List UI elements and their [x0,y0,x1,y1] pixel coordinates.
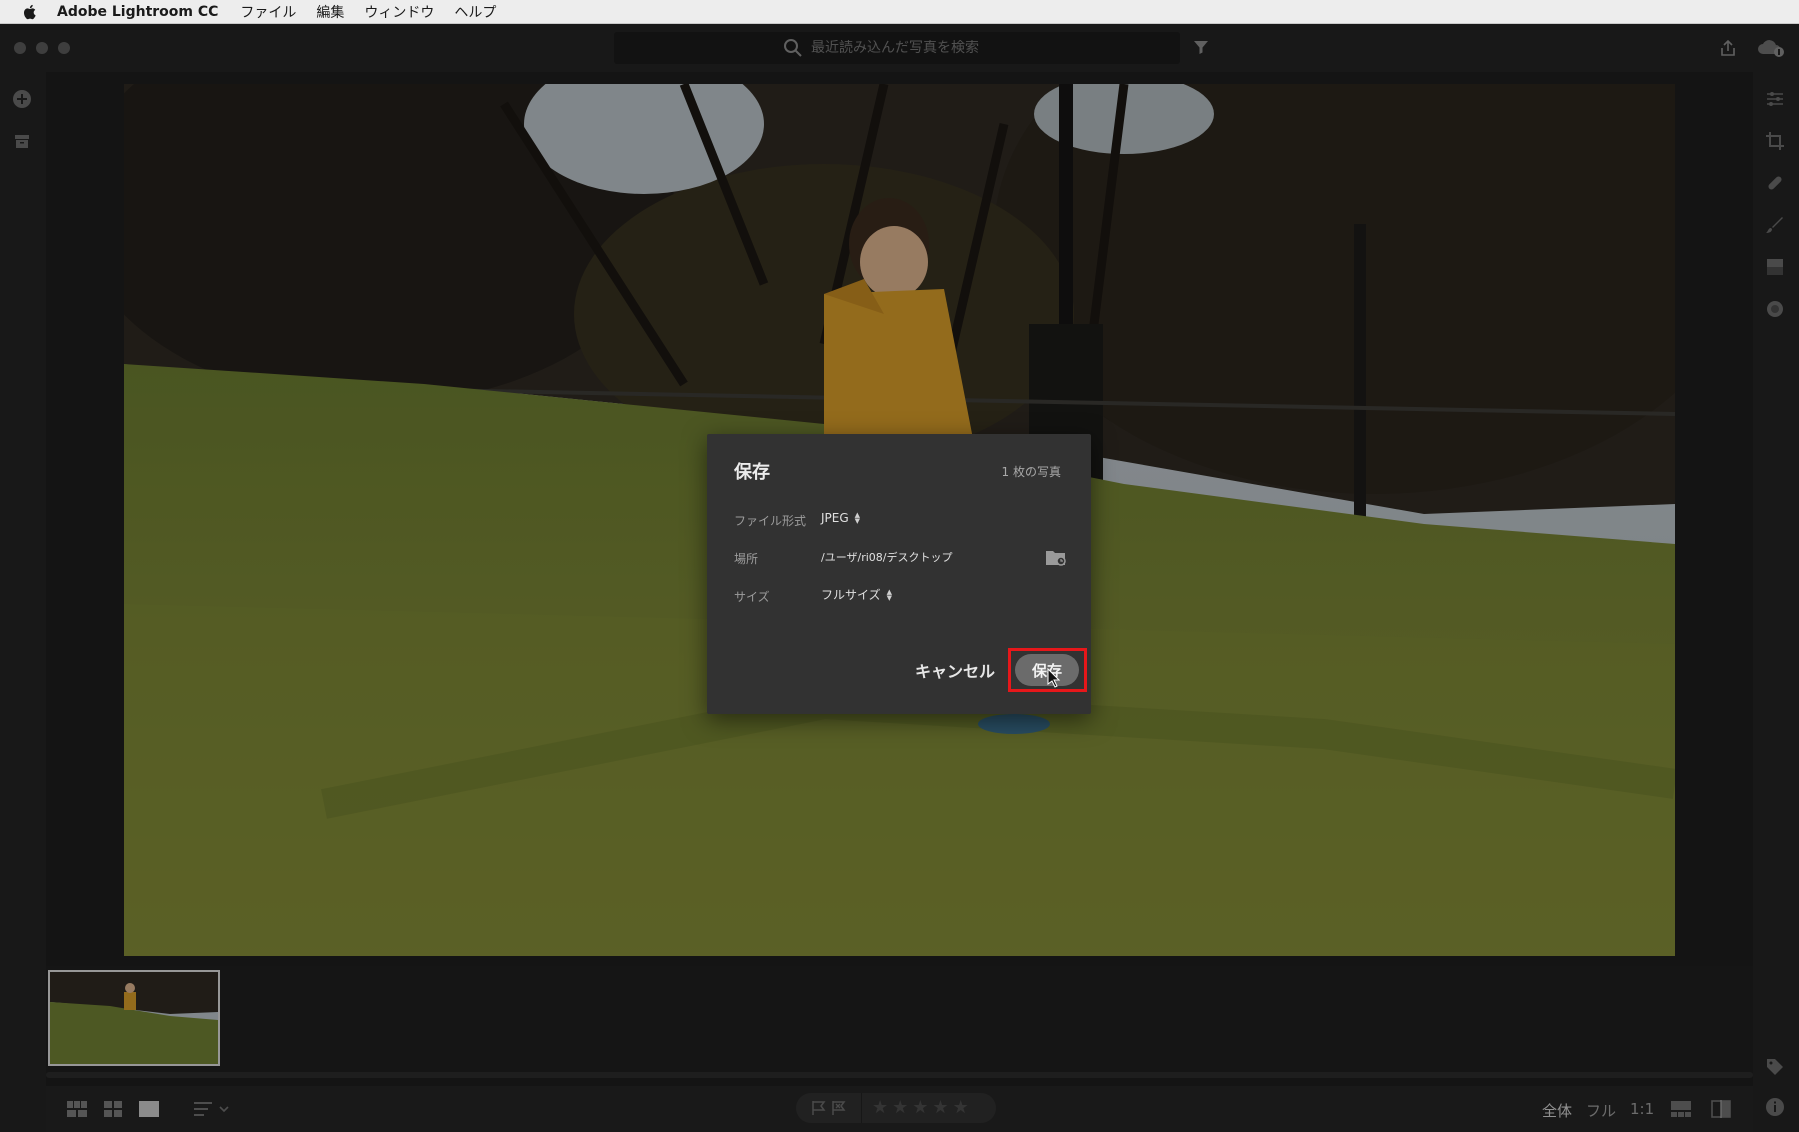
detail-view-icon[interactable] [138,1098,160,1120]
keyword-tag-icon[interactable] [1764,1056,1786,1078]
zoom-1to1-button[interactable]: 1:1 [1630,1100,1654,1118]
dialog-title: 保存 [734,462,770,483]
menu-bar: Adobe Lightroom CC ファイル 編集 ウィンドウ ヘルプ [0,0,1799,24]
search-input[interactable] [811,40,1011,56]
mouse-cursor-icon [1047,668,1061,688]
search-bar[interactable] [614,32,1180,64]
stepper-icon: ▲ ▼ [886,587,893,602]
file-format-select[interactable]: JPEG ▲ ▼ [821,511,860,525]
linear-gradient-icon[interactable] [1764,256,1786,278]
edit-sliders-icon[interactable] [1764,88,1786,110]
compare-before-after-icon[interactable] [1710,1098,1732,1120]
cancel-button[interactable]: キャンセル [915,658,995,682]
crop-icon[interactable] [1764,130,1786,152]
rating-flag-bar: ★ ★ ★ ★ ★ [796,1093,996,1123]
size-value: フルサイズ [821,588,881,602]
slideshow-icon[interactable] [1670,1098,1692,1120]
star-rating: ★ ★ ★ ★ ★ [862,1099,969,1117]
location-path: /ユーザ/ri08/デスクトップ [821,551,953,564]
star-1[interactable]: ★ [872,1099,888,1117]
choose-folder-icon[interactable] [1045,548,1067,568]
zoom-fill-button[interactable]: フル [1586,1100,1616,1121]
star-2[interactable]: ★ [892,1099,908,1117]
square-grid-view-icon[interactable] [66,1098,88,1120]
menu-help[interactable]: ヘルプ [454,2,496,22]
save-dialog: 保存 1 枚の写真 ファイル形式 JPEG ▲ ▼ 場所 /ユーザ/ri08/デス… [707,434,1091,714]
library-icon[interactable] [11,130,33,152]
left-panel-rail [0,72,46,1132]
star-4[interactable]: ★ [932,1099,948,1117]
share-icon[interactable] [1718,38,1738,58]
close-window-button[interactable] [14,42,26,54]
filmstrip-scrollbar[interactable] [46,1072,1753,1078]
size-select[interactable]: フルサイズ ▲ ▼ [821,586,892,603]
sort-icon[interactable] [194,1098,230,1120]
photo-count: 1 枚の写真 [1001,465,1061,479]
zoom-fit-button[interactable]: 全体 [1542,1100,1572,1121]
minimize-window-button[interactable] [36,42,48,54]
radial-gradient-icon[interactable] [1764,298,1786,320]
apple-icon[interactable] [21,3,39,21]
photo-thumbnail[interactable] [48,970,220,1066]
photo-grid-view-icon[interactable] [102,1098,124,1120]
file-format-label: ファイル形式 [734,514,807,528]
flag-controls [796,1093,862,1123]
star-3[interactable]: ★ [912,1099,928,1117]
cloud-sync-icon[interactable] [1756,38,1786,58]
location-label: 場所 [734,552,759,566]
healing-brush-icon[interactable] [1764,172,1786,194]
app-name-menu[interactable]: Adobe Lightroom CC [57,4,218,20]
brush-icon[interactable] [1764,214,1786,236]
filter-icon[interactable] [1192,38,1210,56]
size-label: サイズ [734,590,770,604]
reject-flag-icon[interactable] [831,1100,847,1116]
search-icon [784,39,802,57]
stepper-icon: ▲ ▼ [854,511,861,525]
file-format-value: JPEG [821,511,849,525]
info-icon[interactable] [1764,1096,1786,1118]
zoom-window-button[interactable] [58,42,70,54]
menu-file[interactable]: ファイル [240,2,296,22]
star-5[interactable]: ★ [953,1099,969,1117]
bottom-toolbar: ★ ★ ★ ★ ★ 全体 フル 1:1 [46,1086,1753,1132]
menu-window[interactable]: ウィンドウ [364,2,434,22]
add-photos-icon[interactable] [11,88,33,110]
menu-edit[interactable]: 編集 [316,2,344,22]
filmstrip [46,966,1753,1078]
right-panel-rail [1753,72,1799,1132]
title-bar [0,24,1799,72]
pick-flag-icon[interactable] [811,1100,827,1116]
